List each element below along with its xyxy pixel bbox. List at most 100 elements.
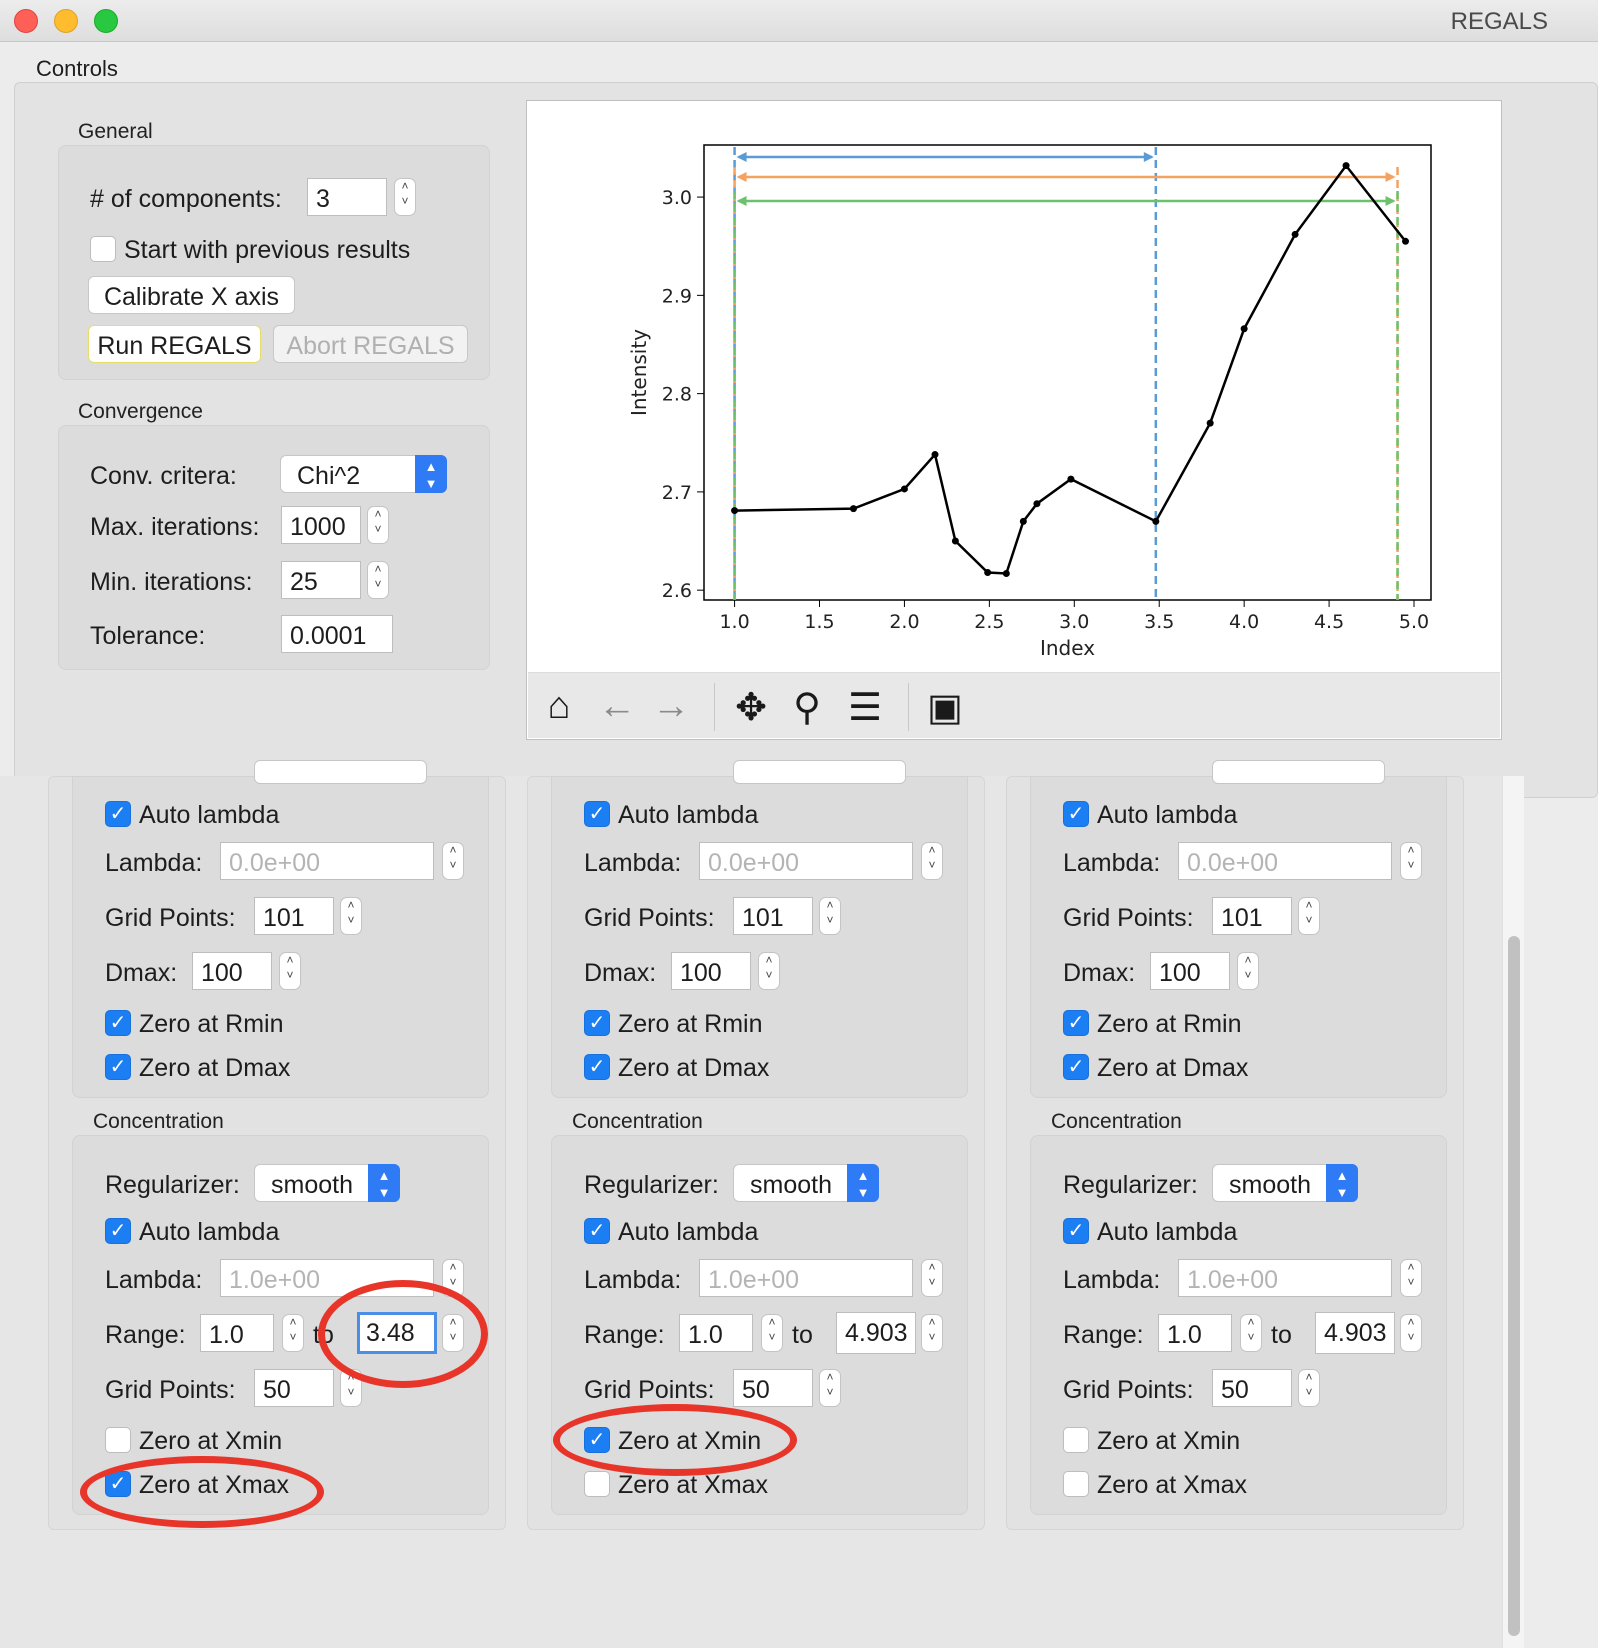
zero-rmin-checkbox[interactable]: ✓ [584, 1010, 610, 1036]
concentration-grid-points-stepper[interactable]: ˄ ˅ [819, 1369, 841, 1407]
minimize-window-button[interactable] [54, 9, 78, 33]
tolerance-input[interactable]: 0.0001 [281, 615, 393, 653]
save-icon[interactable]: ▣ [920, 685, 970, 730]
profile-grid-points-input[interactable]: 101 [733, 897, 813, 935]
data-point [1019, 517, 1027, 525]
zero-rmin-checkbox[interactable]: ✓ [1063, 1010, 1089, 1036]
data-point [1002, 569, 1010, 577]
profile-lambda-input[interactable]: 0.0e+00 [220, 842, 434, 880]
range-min-stepper[interactable]: ˄ ˅ [282, 1314, 304, 1352]
zoom-icon[interactable]: ⚲ [782, 685, 832, 730]
profile-grid-points-input[interactable]: 101 [1212, 897, 1292, 935]
concentration-lambda-label: Lambda: [1063, 1266, 1161, 1294]
concentration-grid-points-input[interactable]: 50 [254, 1369, 334, 1407]
components-stepper[interactable]: ˄ ˅ [394, 178, 416, 216]
dmax-stepper[interactable]: ˄ ˅ [758, 952, 780, 990]
profile-regularizer-select[interactable] [733, 760, 906, 784]
zero-dmax-checkbox[interactable]: ✓ [1063, 1054, 1089, 1080]
range-max-stepper[interactable]: ˄ ˅ [1400, 1314, 1422, 1352]
dmax-input[interactable]: 100 [192, 952, 272, 990]
profile-grid-points-stepper[interactable]: ˄ ˅ [340, 897, 362, 935]
range-min-input[interactable]: 1.0 [200, 1314, 274, 1352]
profile-grid-points-stepper[interactable]: ˄ ˅ [1298, 897, 1320, 935]
dmax-stepper[interactable]: ˄ ˅ [279, 952, 301, 990]
zero-xmin-checkbox[interactable] [105, 1427, 131, 1453]
regularizer-select[interactable]: smooth ▲ ▼ [1212, 1164, 1358, 1202]
profile-lambda-input[interactable]: 0.0e+00 [699, 842, 913, 880]
profile-regularizer-select[interactable] [1212, 760, 1385, 784]
range-min-stepper[interactable]: ˄ ˅ [1240, 1314, 1262, 1352]
components-label: # of components: [90, 185, 282, 213]
start-previous-checkbox[interactable] [90, 236, 116, 262]
dmax-stepper[interactable]: ˄ ˅ [1237, 952, 1259, 990]
concentration-auto-lambda-checkbox[interactable]: ✓ [584, 1218, 610, 1244]
range-min-input[interactable]: 1.0 [1158, 1314, 1232, 1352]
zoom-window-button[interactable] [94, 9, 118, 33]
max-iterations-stepper[interactable]: ˄ ˅ [367, 506, 389, 544]
regularizer-select[interactable]: smooth ▲ ▼ [254, 1164, 400, 1202]
pan-icon[interactable]: ✥ [726, 685, 776, 730]
regularizer-select[interactable]: smooth ▲ ▼ [733, 1164, 879, 1202]
range-min-input[interactable]: 1.0 [679, 1314, 753, 1352]
concentration-grid-points-input[interactable]: 50 [733, 1369, 813, 1407]
profile-grid-points-stepper[interactable]: ˄ ˅ [819, 897, 841, 935]
profile-regularizer-select[interactable] [254, 760, 427, 784]
zero-dmax-checkbox[interactable]: ✓ [105, 1054, 131, 1080]
min-iterations-stepper[interactable]: ˄ ˅ [367, 561, 389, 599]
zero-dmax-checkbox[interactable]: ✓ [584, 1054, 610, 1080]
y-tick-label: 2.6 [662, 580, 692, 602]
min-iterations-input[interactable]: 25 [281, 561, 361, 599]
conv-criteria-select[interactable]: Chi^2 ▲ ▼ [280, 455, 447, 493]
max-iterations-input[interactable]: 1000 [281, 506, 361, 544]
dmax-input[interactable]: 100 [1150, 952, 1230, 990]
concentration-group-title: Concentration [1051, 1110, 1182, 1133]
profile-auto-lambda-checkbox[interactable]: ✓ [584, 801, 610, 827]
concentration-grid-points-input[interactable]: 50 [1212, 1369, 1292, 1407]
zero-xmax-checkbox[interactable] [584, 1471, 610, 1497]
conv-criteria-label: Conv. critera: [90, 462, 237, 490]
scrollbar-thumb[interactable] [1508, 936, 1520, 1636]
components-input[interactable]: 3 [307, 178, 387, 216]
run-regals-button[interactable]: Run REGALS [88, 325, 261, 363]
profile-lambda-stepper[interactable]: ˄ ˅ [1400, 842, 1422, 880]
concentration-lambda-input[interactable]: 1.0e+00 [1178, 1259, 1392, 1297]
close-window-button[interactable] [14, 9, 38, 33]
concentration-auto-lambda-checkbox[interactable]: ✓ [1063, 1218, 1089, 1244]
convergence-group-title: Convergence [78, 400, 203, 423]
zero-rmin-checkbox[interactable]: ✓ [105, 1010, 131, 1036]
profile-lambda-stepper[interactable]: ˄ ˅ [442, 842, 464, 880]
abort-regals-button[interactable]: Abort REGALS [273, 325, 468, 363]
concentration-lambda-input[interactable]: 1.0e+00 [699, 1259, 913, 1297]
configure-icon[interactable]: ☰ [840, 685, 890, 730]
range-min-stepper[interactable]: ˄ ˅ [761, 1314, 783, 1352]
concentration-lambda-stepper[interactable]: ˄ ˅ [1400, 1259, 1422, 1297]
dmax-input[interactable]: 100 [671, 952, 751, 990]
concentration-lambda-stepper[interactable]: ˄ ˅ [921, 1259, 943, 1297]
concentration-grid-points-stepper[interactable]: ˄ ˅ [1298, 1369, 1320, 1407]
zero-xmax-checkbox[interactable] [1063, 1471, 1089, 1497]
zero-xmax-label: Zero at Xmax [1097, 1471, 1248, 1499]
profile-auto-lambda-checkbox[interactable]: ✓ [1063, 801, 1089, 827]
dmax-label: Dmax: [584, 959, 657, 987]
profile-group [1030, 776, 1447, 1098]
zero-xmin-checkbox[interactable] [1063, 1427, 1089, 1453]
x-tick-label: 2.0 [889, 611, 919, 633]
forward-arrow-icon[interactable]: → [646, 685, 696, 728]
calibrate-x-axis-button[interactable]: Calibrate X axis [88, 276, 295, 314]
range-max-input[interactable]: 4.903 [1315, 1312, 1395, 1354]
window-titlebar: REGALS [0, 0, 1598, 42]
concentration-auto-lambda-label: Auto lambda [618, 1218, 759, 1246]
range-to-label: to [1271, 1321, 1292, 1349]
concentration-lambda-label: Lambda: [105, 1266, 203, 1294]
profile-auto-lambda-checkbox[interactable]: ✓ [105, 801, 131, 827]
range-max-input[interactable]: 4.903 [836, 1312, 916, 1354]
plot-canvas[interactable]: 1.0 1.5 2.0 2.5 3.0 3.5 4.0 4.5 5.0 2.6 2.7 2.8 2.9 3… [526, 100, 1502, 740]
regularizer-label: Regularizer: [584, 1171, 719, 1199]
range-max-stepper[interactable]: ˄ ˅ [921, 1314, 943, 1352]
back-arrow-icon[interactable]: ← [592, 685, 642, 728]
concentration-auto-lambda-checkbox[interactable]: ✓ [105, 1218, 131, 1244]
profile-lambda-stepper[interactable]: ˄ ˅ [921, 842, 943, 880]
profile-grid-points-input[interactable]: 101 [254, 897, 334, 935]
profile-lambda-input[interactable]: 0.0e+00 [1178, 842, 1392, 880]
home-icon[interactable]: ⌂ [534, 685, 584, 728]
